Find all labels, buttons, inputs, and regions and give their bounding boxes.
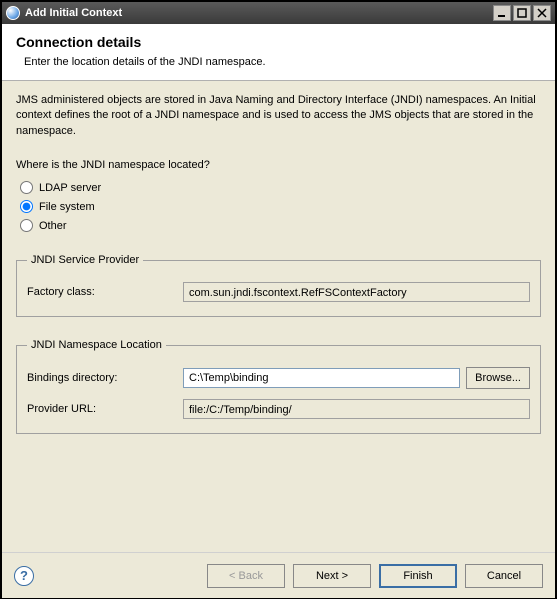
other-label: Other bbox=[39, 220, 67, 232]
finish-button[interactable]: Finish bbox=[379, 564, 457, 588]
location-question: Where is the JNDI namespace located? bbox=[16, 159, 541, 171]
window-title: Add Initial Context bbox=[25, 7, 493, 19]
next-button[interactable]: Next > bbox=[293, 564, 371, 588]
cancel-button[interactable]: Cancel bbox=[465, 564, 543, 588]
factory-class-label: Factory class: bbox=[27, 286, 177, 298]
ldap-server-radio[interactable] bbox=[20, 181, 33, 194]
page-subtitle: Enter the location details of the JNDI n… bbox=[24, 56, 541, 68]
wizard-content: JMS administered objects are stored in J… bbox=[2, 81, 555, 552]
app-icon bbox=[6, 6, 20, 20]
bindings-directory-input[interactable] bbox=[183, 368, 460, 388]
file-system-radio[interactable] bbox=[20, 200, 33, 213]
page-title: Connection details bbox=[16, 34, 541, 50]
titlebar: Add Initial Context bbox=[2, 2, 555, 24]
file-system-label: File system bbox=[39, 201, 95, 213]
back-button: < Back bbox=[207, 564, 285, 588]
other-radio[interactable] bbox=[20, 219, 33, 232]
jndi-namespace-location-group: JNDI Namespace Location Bindings directo… bbox=[16, 339, 541, 434]
minimize-button[interactable] bbox=[493, 5, 511, 21]
jndi-namespace-location-legend: JNDI Namespace Location bbox=[27, 339, 166, 351]
browse-button[interactable]: Browse... bbox=[466, 367, 530, 389]
bindings-directory-label: Bindings directory: bbox=[27, 372, 177, 384]
close-button[interactable] bbox=[533, 5, 551, 21]
wizard-footer: ? < Back Next > Finish Cancel bbox=[2, 552, 555, 598]
factory-class-value: com.sun.jndi.fscontext.RefFSContextFacto… bbox=[183, 282, 530, 302]
wizard-header: Connection details Enter the location de… bbox=[2, 24, 555, 81]
jndi-service-provider-group: JNDI Service Provider Factory class: com… bbox=[16, 254, 541, 317]
provider-url-label: Provider URL: bbox=[27, 403, 177, 415]
ldap-server-label: LDAP server bbox=[39, 182, 101, 194]
provider-url-value: file:/C:/Temp/binding/ bbox=[183, 399, 530, 419]
description-text: JMS administered objects are stored in J… bbox=[16, 93, 541, 139]
help-icon[interactable]: ? bbox=[14, 566, 34, 586]
jndi-service-provider-legend: JNDI Service Provider bbox=[27, 254, 143, 266]
maximize-button[interactable] bbox=[513, 5, 531, 21]
